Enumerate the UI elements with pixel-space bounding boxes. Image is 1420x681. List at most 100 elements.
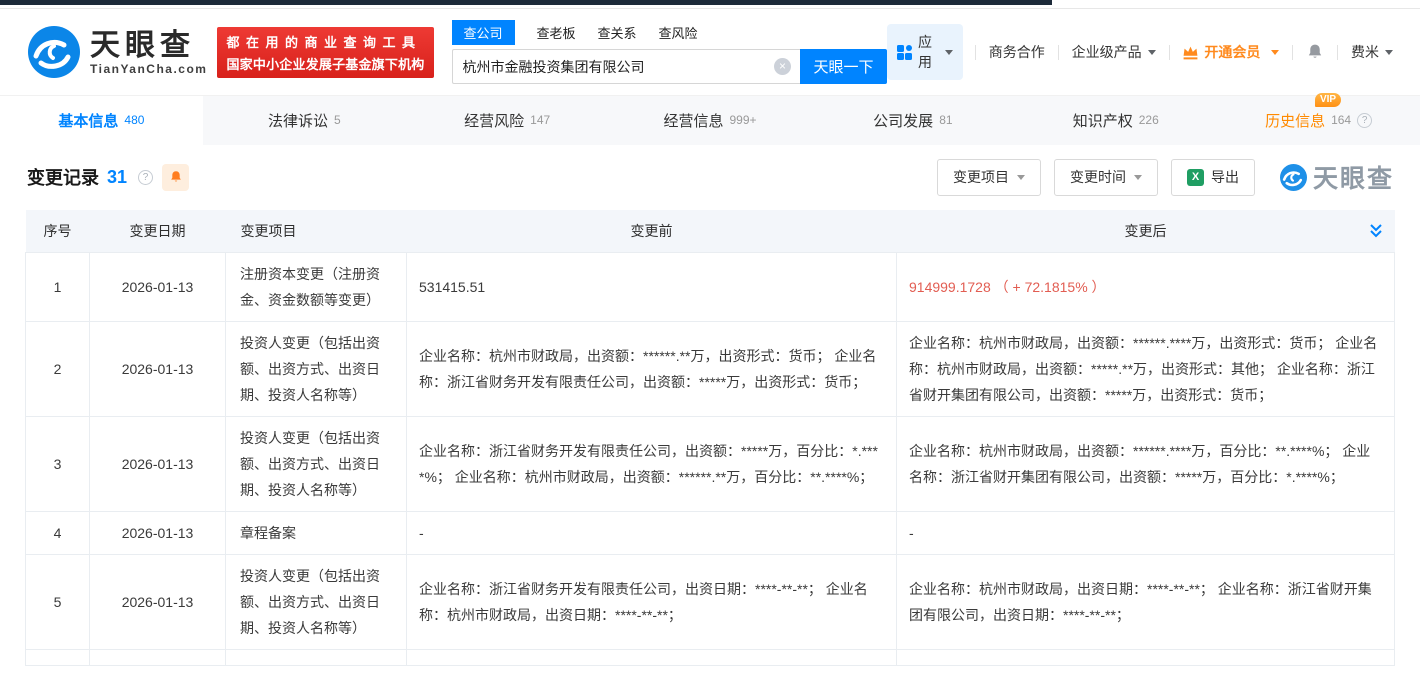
tab-count: 999+ bbox=[730, 113, 757, 127]
nav-item-enterprise[interactable]: 企业级产品 bbox=[1059, 42, 1169, 62]
excel-icon: X bbox=[1187, 169, 1204, 186]
cell-after: 914999.1728 （ + 72.1815% ） bbox=[897, 252, 1395, 321]
tab-label: 知识产权 bbox=[1073, 113, 1133, 130]
cell-date: 2026-01-13 bbox=[90, 252, 226, 321]
cell-date: 2026-01-13 bbox=[90, 511, 226, 554]
column-header: 变更前 bbox=[407, 210, 897, 252]
table-row: 22026-01-13投资人变更（包括出资额、出资方式、出资日期、投资人名称等）… bbox=[26, 321, 1395, 416]
cell-date: 2026-01-13 bbox=[90, 321, 226, 416]
section-header: 变更记录 31 ? 变更项目 变更时间 X 导出 天眼查 bbox=[27, 157, 1394, 197]
cell-after: 企业名称：杭州市财政局，出资日期：****-**-**； 企业名称：浙江省财开集… bbox=[897, 554, 1395, 649]
cell-item: 投资人变更（包括出资额、出资方式、出资日期、投资人名称等） bbox=[226, 321, 407, 416]
cell-no: 5 bbox=[26, 554, 90, 649]
table-row-partial bbox=[26, 649, 1395, 665]
bell-icon bbox=[169, 170, 183, 184]
tab-company-development[interactable]: 公司发展 81 bbox=[811, 96, 1014, 145]
apps-label: 应用 bbox=[918, 32, 933, 72]
tab-count: 81 bbox=[939, 113, 952, 127]
tab-basic-info[interactable]: 基本信息 480 bbox=[0, 96, 203, 145]
chevron-down-icon bbox=[1134, 175, 1142, 180]
watermark-logo: 天眼查 bbox=[1280, 159, 1394, 195]
logo-title: 天眼查 bbox=[90, 29, 207, 62]
table-row: 52026-01-13投资人变更（包括出资额、出资方式、出资日期、投资人名称等）… bbox=[26, 554, 1395, 649]
tab-operating-risk[interactable]: 经营风险 147 bbox=[406, 96, 609, 145]
watermark-text: 天眼查 bbox=[1313, 159, 1394, 195]
clear-icon[interactable]: × bbox=[774, 58, 791, 75]
cell-before: 企业名称：浙江省财务开发有限责任公司，出资日期：****-**-**； 企业名称… bbox=[407, 554, 897, 649]
cell-after: 企业名称：杭州市财政局，出资额：******.****万，出资形式：货币； 企业… bbox=[897, 321, 1395, 416]
subscribe-bell-button[interactable] bbox=[162, 164, 189, 191]
slogan-banner: 都在用的商业查询工具 国家中小企业发展子基金旗下机构 bbox=[217, 27, 433, 78]
chevron-down-icon bbox=[1017, 175, 1025, 180]
cell-before: 企业名称：浙江省财务开发有限责任公司，出资额：*****万，百分比：*.****… bbox=[407, 416, 897, 511]
change-records-table: 序号变更日期变更项目变更前变更后 12026-01-13注册资本变更（注册资金、… bbox=[25, 210, 1395, 666]
tab-count: 226 bbox=[1139, 113, 1159, 127]
column-header: 变更项目 bbox=[226, 210, 407, 252]
tab-lawsuits[interactable]: 法律诉讼 5 bbox=[203, 96, 406, 145]
table-row: 32026-01-13投资人变更（包括出资额、出资方式、出资日期、投资人名称等）… bbox=[26, 416, 1395, 511]
help-icon: ? bbox=[1357, 113, 1372, 128]
header-nav: 应用 商务合作 企业级产品 开通会员 费米 bbox=[887, 24, 1406, 80]
search-tabs: 查公司 查老板 查关系 查风险 bbox=[452, 20, 888, 45]
tab-count: 164 bbox=[1331, 113, 1351, 127]
tab-count: 480 bbox=[124, 113, 144, 127]
open-membership-button[interactable]: 开通会员 bbox=[1169, 42, 1292, 62]
tianyancha-logo[interactable]: 天眼查 TianYanCha.com bbox=[28, 26, 207, 78]
tab-label: 基本信息 bbox=[58, 113, 118, 130]
search-button[interactable]: 天眼一下 bbox=[800, 49, 887, 84]
tab-label: 法律诉讼 bbox=[268, 113, 328, 130]
table-row: 42026-01-13章程备案-- bbox=[26, 511, 1395, 554]
chevron-down-icon bbox=[945, 50, 953, 55]
filter-change-item-button[interactable]: 变更项目 bbox=[937, 159, 1041, 196]
user-name: 费米 bbox=[1351, 42, 1379, 62]
cell-no: 3 bbox=[26, 416, 90, 511]
tab-business-info[interactable]: 经营信息 999+ bbox=[609, 96, 812, 145]
tab-count: 147 bbox=[530, 113, 550, 127]
slogan-line2: 国家中小企业发展子基金旗下机构 bbox=[226, 54, 424, 73]
search-input[interactable] bbox=[453, 59, 775, 75]
apps-grid-icon bbox=[897, 45, 912, 60]
user-menu[interactable]: 费米 bbox=[1338, 42, 1406, 62]
tab-intellectual-property[interactable]: 知识产权 226 bbox=[1014, 96, 1217, 145]
section-count: 31 bbox=[107, 167, 127, 188]
search-tab-risk[interactable]: 查风险 bbox=[659, 23, 698, 42]
tianyancha-watermark-icon bbox=[1280, 164, 1307, 191]
cell-item: 章程备案 bbox=[226, 511, 407, 554]
tab-label: 历史信息 bbox=[1265, 113, 1325, 130]
tab-label: 公司发展 bbox=[873, 113, 933, 130]
expand-all-icon[interactable] bbox=[1369, 223, 1383, 239]
cell-no: 4 bbox=[26, 511, 90, 554]
tab-label: 经营风险 bbox=[464, 113, 524, 130]
search-field: × bbox=[452, 49, 801, 84]
main-tabs: 基本信息 480 法律诉讼 5 经营风险 147 经营信息 999+ 公司发展 81 知识产权 226… bbox=[0, 95, 1420, 145]
table-header-row: 序号变更日期变更项目变更前变更后 bbox=[26, 210, 1395, 252]
cell-after: 企业名称：杭州市财政局，出资额：******.****万，百分比：**.****… bbox=[897, 416, 1395, 511]
slogan-line1: 都在用的商业查询工具 bbox=[226, 32, 424, 51]
nav-item-cooperation[interactable]: 商务合作 bbox=[976, 42, 1058, 62]
tab-label: 经营信息 bbox=[663, 113, 723, 130]
export-button[interactable]: X 导出 bbox=[1171, 159, 1255, 196]
section-title: 变更记录 bbox=[27, 164, 99, 190]
help-icon[interactable]: ? bbox=[138, 170, 153, 185]
search-tab-boss[interactable]: 查老板 bbox=[537, 23, 576, 42]
cell-before: 企业名称：杭州市财政局，出资额：******.**万，出资形式：货币； 企业名称… bbox=[407, 321, 897, 416]
notifications-bell-icon[interactable] bbox=[1293, 43, 1337, 61]
tab-history-info[interactable]: 历史信息VIP164? bbox=[1217, 96, 1420, 145]
cell-after: - bbox=[897, 511, 1395, 554]
browser-top-strip bbox=[0, 0, 1052, 5]
search-tab-relations[interactable]: 查关系 bbox=[598, 23, 637, 42]
filter-change-time-button[interactable]: 变更时间 bbox=[1054, 159, 1158, 196]
apps-button[interactable]: 应用 bbox=[887, 24, 963, 80]
search-tab-company[interactable]: 查公司 bbox=[452, 20, 515, 45]
chevron-down-icon bbox=[1148, 50, 1156, 55]
table-row: 12026-01-13注册资本变更（注册资金、资金数额等变更）531415.51… bbox=[26, 252, 1395, 321]
crown-icon bbox=[1182, 44, 1199, 61]
search-area: 查公司 查老板 查关系 查风险 × 天眼一下 bbox=[452, 20, 888, 84]
tab-count: 5 bbox=[334, 113, 341, 127]
cell-before: - bbox=[407, 511, 897, 554]
column-header: 变更日期 bbox=[90, 210, 226, 252]
logo-domain: TianYanCha.com bbox=[90, 62, 207, 76]
cell-item: 投资人变更（包括出资额、出资方式、出资日期、投资人名称等） bbox=[226, 416, 407, 511]
cell-no: 2 bbox=[26, 321, 90, 416]
cell-item: 注册资本变更（注册资金、资金数额等变更） bbox=[226, 252, 407, 321]
